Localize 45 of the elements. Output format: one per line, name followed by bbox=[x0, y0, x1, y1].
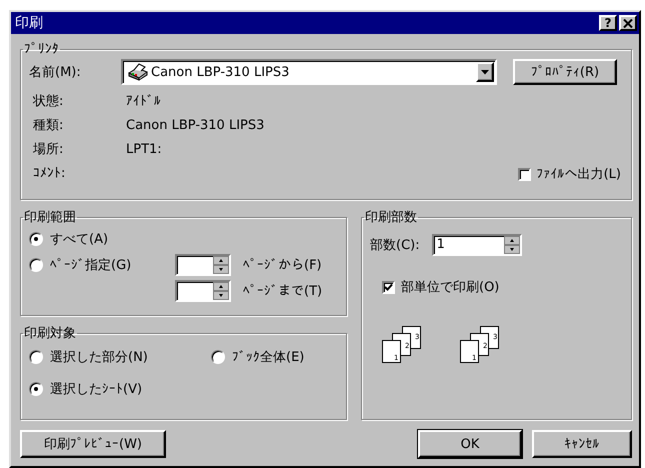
radio-label[interactable]: ﾍﾟｰｼﾞ指定(G) bbox=[50, 256, 132, 274]
dialog-button[interactable]: OK bbox=[418, 430, 522, 458]
radio-button[interactable] bbox=[211, 350, 225, 364]
copies-spin-field[interactable]: 1 bbox=[432, 234, 522, 256]
properties-button[interactable]: ﾌﾟﾛﾊﾟﾃｨ(R) bbox=[513, 59, 617, 85]
spin-arrows-icon bbox=[213, 282, 229, 300]
radio-button[interactable] bbox=[29, 382, 43, 396]
name-label: 名前(M): bbox=[29, 64, 82, 81]
group-title: 印刷範囲 bbox=[23, 209, 77, 226]
dialog-button[interactable]: ｷｬﾝｾﾙ bbox=[532, 430, 632, 458]
printer-icon bbox=[127, 63, 149, 81]
window-title: 印刷 bbox=[15, 14, 44, 32]
radio-label[interactable]: ﾌﾞｯｸ全体(E) bbox=[232, 348, 304, 366]
group-title: 印刷部数 bbox=[364, 209, 418, 226]
info-value: LPT1: bbox=[126, 142, 162, 156]
checkbox[interactable] bbox=[382, 280, 395, 294]
checkbox-label[interactable]: ﾌｧｲﾙへ出力(L) bbox=[536, 165, 621, 183]
spin-field[interactable] bbox=[175, 254, 231, 276]
info-label: 状態: bbox=[32, 93, 64, 110]
spin-arrows-icon bbox=[213, 256, 229, 274]
close-button[interactable] bbox=[619, 15, 637, 31]
dialog-button[interactable]: 印刷ﾌﾟﾚﾋﾞｭｰ(W) bbox=[20, 430, 166, 458]
group-title: ﾌﾟﾘﾝﾀ bbox=[23, 42, 60, 57]
checkbox[interactable] bbox=[518, 168, 531, 180]
checkbox-label[interactable]: 部単位で印刷(O) bbox=[401, 278, 500, 296]
to-page-label: ﾍﾟｰｼﾞまで(T) bbox=[242, 284, 324, 298]
radio-label[interactable]: すべて(A) bbox=[50, 230, 108, 248]
spin-arrows-icon bbox=[504, 236, 520, 254]
printer-dropdown[interactable]: Canon LBP-310 LIPS3 bbox=[121, 59, 497, 85]
info-label: 場所: bbox=[32, 141, 64, 158]
info-value: Canon LBP-310 LIPS3 bbox=[126, 118, 264, 132]
close-icon bbox=[623, 18, 633, 28]
copies-label: 部数(C): bbox=[370, 237, 420, 254]
group-title: 印刷対象 bbox=[23, 325, 77, 342]
info-label: 種類: bbox=[32, 117, 64, 134]
radio-button[interactable] bbox=[29, 350, 43, 364]
radio-button[interactable] bbox=[29, 232, 43, 246]
radio-button[interactable] bbox=[29, 258, 43, 272]
info-value: ｱｲﾄﾞﾙ bbox=[126, 94, 161, 108]
radio-label[interactable]: 選択した部分(N) bbox=[50, 348, 148, 366]
help-button[interactable]: ? bbox=[599, 15, 617, 31]
spin-field[interactable] bbox=[175, 280, 231, 302]
radio-label[interactable]: 選択したｼｰﾄ(V) bbox=[50, 380, 142, 398]
from-page-label: ﾍﾟｰｼﾞから(F) bbox=[242, 258, 323, 272]
info-label: ｺﾒﾝﾄ: bbox=[32, 166, 66, 180]
